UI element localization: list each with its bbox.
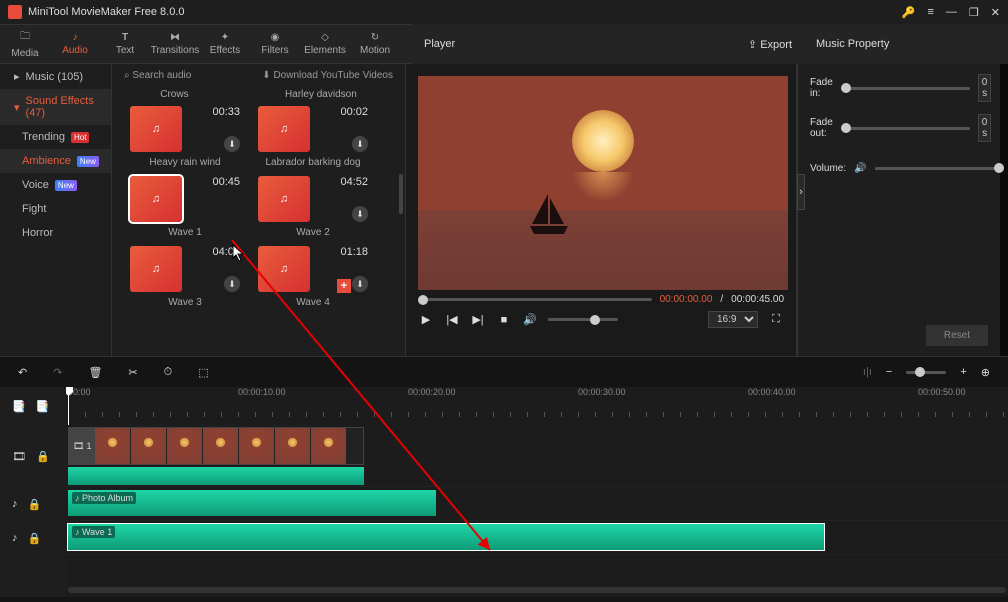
next-button[interactable]: ▶| xyxy=(470,313,486,326)
seek-slider[interactable] xyxy=(418,298,652,301)
volume-prop-slider[interactable] xyxy=(875,167,1004,170)
sidebar: ▸ Music (105) ▾ Sound Effects (47) Trend… xyxy=(0,64,112,356)
download-icon[interactable]: ⬇ xyxy=(352,276,368,292)
prev-button[interactable]: |◀ xyxy=(444,313,460,326)
music-property-panel: › Fade in: 0 s Fade out: 0 s Volume: 🔊 1… xyxy=(797,64,1000,356)
audio-track-2[interactable]: ♪ Wave 1 xyxy=(66,521,1008,555)
timeline-scrollbar[interactable] xyxy=(68,587,1006,593)
zoom-out-button[interactable]: − xyxy=(886,366,892,378)
sidebar-group-sfx[interactable]: ▾ Sound Effects (47) xyxy=(0,89,111,125)
props-title: Music Property xyxy=(816,38,889,50)
scrollbar[interactable] xyxy=(399,174,403,214)
timeline-ruler[interactable]: 00:00 00:00:10.00 00:00:20.00 00:00:30.0… xyxy=(66,387,1008,425)
tab-effects[interactable]: ✦Effects xyxy=(200,25,250,63)
audio-track-icon: ♪ xyxy=(12,498,18,510)
stop-button[interactable]: ■ xyxy=(496,314,512,326)
tab-elements[interactable]: ◇Elements xyxy=(300,25,350,63)
audio-clip-1[interactable]: ♪ Photo Album xyxy=(68,490,436,516)
key-icon[interactable]: 🔑 xyxy=(902,6,916,19)
current-time: 00:00:00.00 xyxy=(660,294,713,305)
add-to-timeline-button[interactable]: + xyxy=(337,279,351,293)
volume-label: Volume: xyxy=(810,163,846,174)
zoom-in-button[interactable]: + xyxy=(960,366,966,378)
audio-track-1[interactable]: ♪ Photo Album xyxy=(66,487,1008,521)
sidebar-item-trending[interactable]: TrendingHot xyxy=(0,125,111,149)
fadein-slider[interactable] xyxy=(841,87,970,90)
player-title: Player xyxy=(424,38,455,50)
sidebar-group-music[interactable]: ▸ Music (105) xyxy=(0,64,111,89)
library-item-wave2[interactable]: ♫04:52⬇ Wave 2 xyxy=(258,176,368,242)
tab-media[interactable]: 🗀Media xyxy=(0,25,50,63)
delete-button[interactable]: 🗑 xyxy=(88,366,102,379)
app-logo xyxy=(8,5,22,19)
export-button[interactable]: ⇪ Export xyxy=(748,38,792,51)
speaker-icon: 🔊 xyxy=(854,163,866,174)
download-icon[interactable]: ⬇ xyxy=(352,206,368,222)
video-track-icon: 🎞 xyxy=(12,450,26,463)
lock-icon[interactable]: 🔒 xyxy=(36,450,50,463)
audio-library: ⌕ Search audio ⬇ Download YouTube Videos… xyxy=(112,64,405,356)
tab-transitions[interactable]: ⧓Transitions xyxy=(150,25,200,63)
lock-icon[interactable]: 🔒 xyxy=(28,532,42,545)
undo-button[interactable]: ↶ xyxy=(18,366,27,379)
tab-text[interactable]: TText xyxy=(100,25,150,63)
tab-audio[interactable]: ♪Audio xyxy=(50,25,100,63)
tab-motion[interactable]: ↻Motion xyxy=(350,25,400,63)
fadein-label: Fade in: xyxy=(810,77,833,99)
maximize-icon[interactable]: ❐ xyxy=(969,6,979,19)
playhead[interactable] xyxy=(68,387,69,425)
search-input[interactable]: ⌕ Search audio xyxy=(124,70,191,81)
fit-button[interactable]: ⊕ xyxy=(981,366,990,379)
minimize-icon[interactable]: — xyxy=(946,6,957,18)
fadein-value: 0 s xyxy=(978,74,992,102)
close-icon[interactable]: ✕ xyxy=(991,6,1000,19)
volume-slider[interactable] xyxy=(548,318,618,321)
collapse-panel-button[interactable]: › xyxy=(797,174,805,210)
layers-icon[interactable]: 📑 xyxy=(12,400,26,413)
sidebar-item-voice[interactable]: VoiceNew xyxy=(0,173,111,197)
download-icon[interactable]: ⬇ xyxy=(224,276,240,292)
speed-button[interactable]: ⏱ xyxy=(164,366,173,379)
audio-track-icon: ♪ xyxy=(12,532,18,544)
fadeout-label: Fade out: xyxy=(810,117,833,139)
library-item-wave4[interactable]: ♫01:18⬇ Wave 4 xyxy=(258,246,368,312)
app-title: MiniTool MovieMaker Free 8.0.0 xyxy=(28,6,185,18)
redo-button[interactable]: ↷ xyxy=(53,366,62,379)
library-item-wave1[interactable]: ♫00:45⬇ Wave 1 xyxy=(130,176,240,242)
library-item-wave3[interactable]: ♫04:02⬇ Wave 3 xyxy=(130,246,240,312)
preview-canvas xyxy=(418,76,788,290)
player-panel: 00:00:00.00 / 00:00:45.00 ▶ |◀ ▶| ■ 🔊 16… xyxy=(405,64,797,356)
aspect-select[interactable]: 16:9 xyxy=(708,311,758,328)
download-icon[interactable]: ⬇ xyxy=(224,136,240,152)
lock-icon[interactable]: 🔒 xyxy=(28,498,42,511)
crop-button[interactable]: ⬚ xyxy=(198,366,208,379)
cut-button[interactable]: ✂ xyxy=(128,366,137,379)
timeline: ↶ ↷ 🗑 ✂ ⏱ ⬚ ı|ı − + ⊕ 📑 📑 🎞 🔒 ♪ 🔒 ♪ 🔒 00:00 … xyxy=(0,356,1008,602)
fadeout-value: 0 s xyxy=(978,114,992,142)
marker-button[interactable]: ı|ı xyxy=(863,366,872,378)
library-item-labrador[interactable]: ♫00:02⬇ Labrador barking dog xyxy=(258,106,368,172)
layers2-icon[interactable]: 📑 xyxy=(36,400,50,413)
sidebar-item-ambience[interactable]: AmbienceNew xyxy=(0,149,111,173)
download-icon[interactable]: ⬇ xyxy=(352,136,368,152)
volume-icon[interactable]: 🔊 xyxy=(522,313,538,326)
library-item-heavy-rain[interactable]: ♫00:33⬇ Heavy rain wind xyxy=(130,106,240,172)
time-sep: / xyxy=(720,294,723,305)
fullscreen-icon[interactable]: ⛶ xyxy=(768,313,784,326)
play-button[interactable]: ▶ xyxy=(418,313,434,326)
sidebar-item-horror[interactable]: Horror xyxy=(0,221,111,245)
reset-button[interactable]: Reset xyxy=(926,325,988,346)
video-track[interactable]: 🎞1 xyxy=(66,425,1008,487)
video-clip[interactable]: 🎞1 xyxy=(68,427,364,465)
download-youtube-link[interactable]: ⬇ Download YouTube Videos xyxy=(262,70,393,81)
tab-filters[interactable]: ◉Filters xyxy=(250,25,300,63)
menu-icon[interactable]: ≡ xyxy=(927,6,933,18)
cursor-icon xyxy=(232,244,246,262)
zoom-slider[interactable] xyxy=(906,371,946,374)
sidebar-item-fight[interactable]: Fight xyxy=(0,197,111,221)
fadeout-slider[interactable] xyxy=(841,127,970,130)
audio-clip-2[interactable]: ♪ Wave 1 xyxy=(68,524,824,550)
total-time: 00:00:45.00 xyxy=(731,294,784,305)
